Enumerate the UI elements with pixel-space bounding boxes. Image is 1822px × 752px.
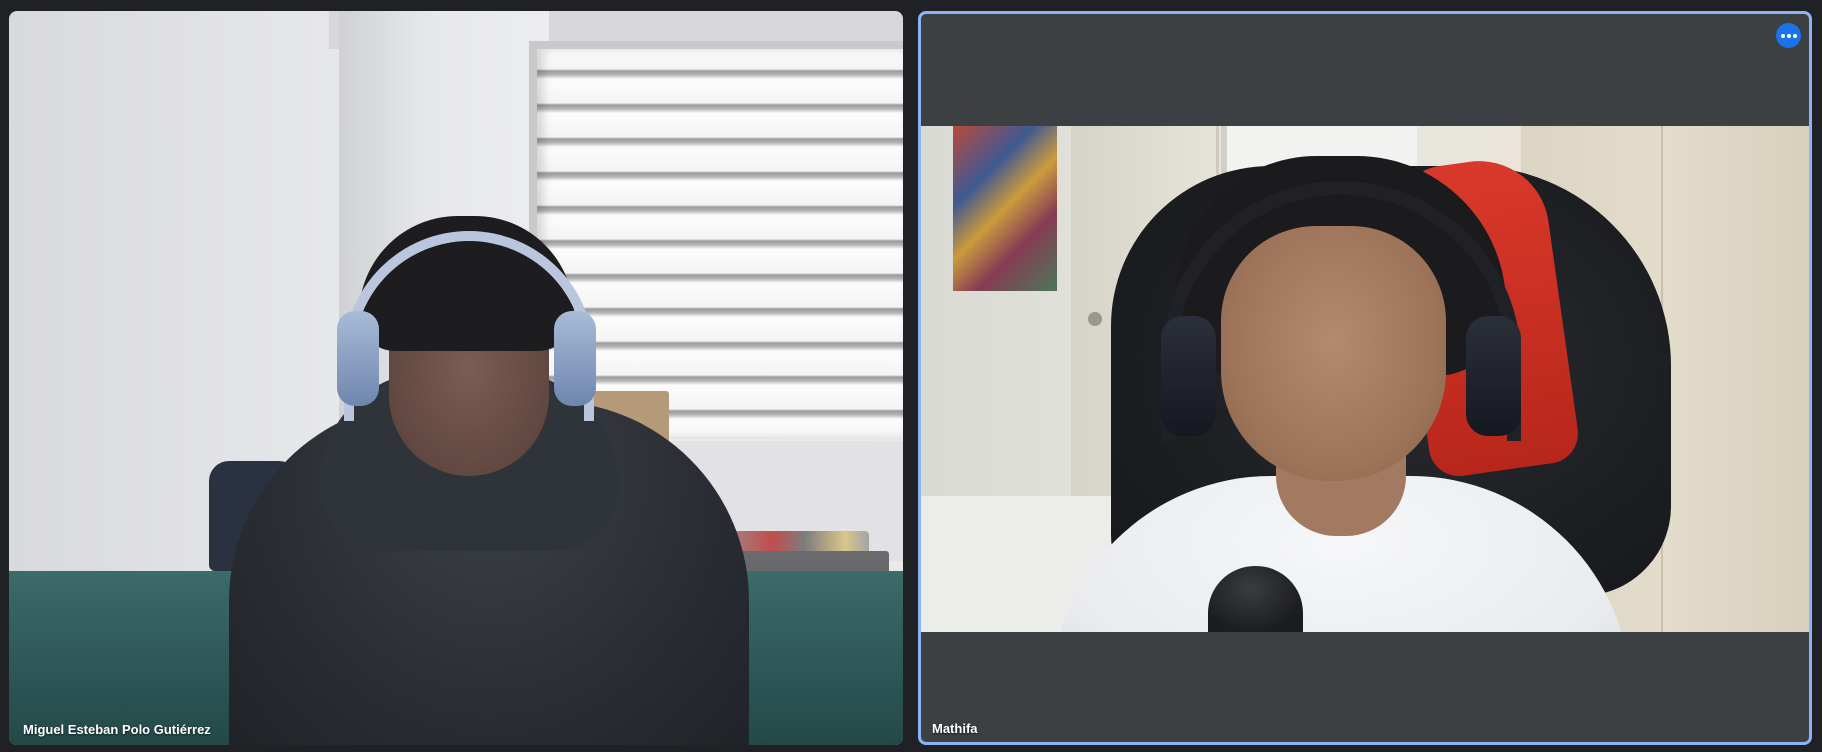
meeting-stage: Miguel Esteban Polo Gutiérrez Mathifa (0, 0, 1822, 752)
headset-cup-right (554, 311, 596, 406)
participant-name: Miguel Esteban Polo Gutiérrez (23, 722, 211, 737)
participant-video (921, 126, 1809, 632)
video-scene-poster (953, 126, 1057, 291)
more-options-button[interactable] (1776, 23, 1801, 48)
headset-cup-left (337, 311, 379, 406)
participant-name: Mathifa (932, 721, 978, 736)
more-horiz-icon (1780, 33, 1785, 38)
more-horiz-icon-dot (1792, 33, 1797, 38)
participant-video (9, 11, 903, 745)
video-scene-door-knob (1088, 312, 1102, 326)
participant-tile[interactable]: Miguel Esteban Polo Gutiérrez (9, 11, 903, 745)
participant-tile-active[interactable]: Mathifa (918, 11, 1812, 745)
more-horiz-icon-dot (1786, 33, 1791, 38)
headset-cup-left (1161, 316, 1216, 436)
headset-cup-right (1466, 316, 1521, 436)
